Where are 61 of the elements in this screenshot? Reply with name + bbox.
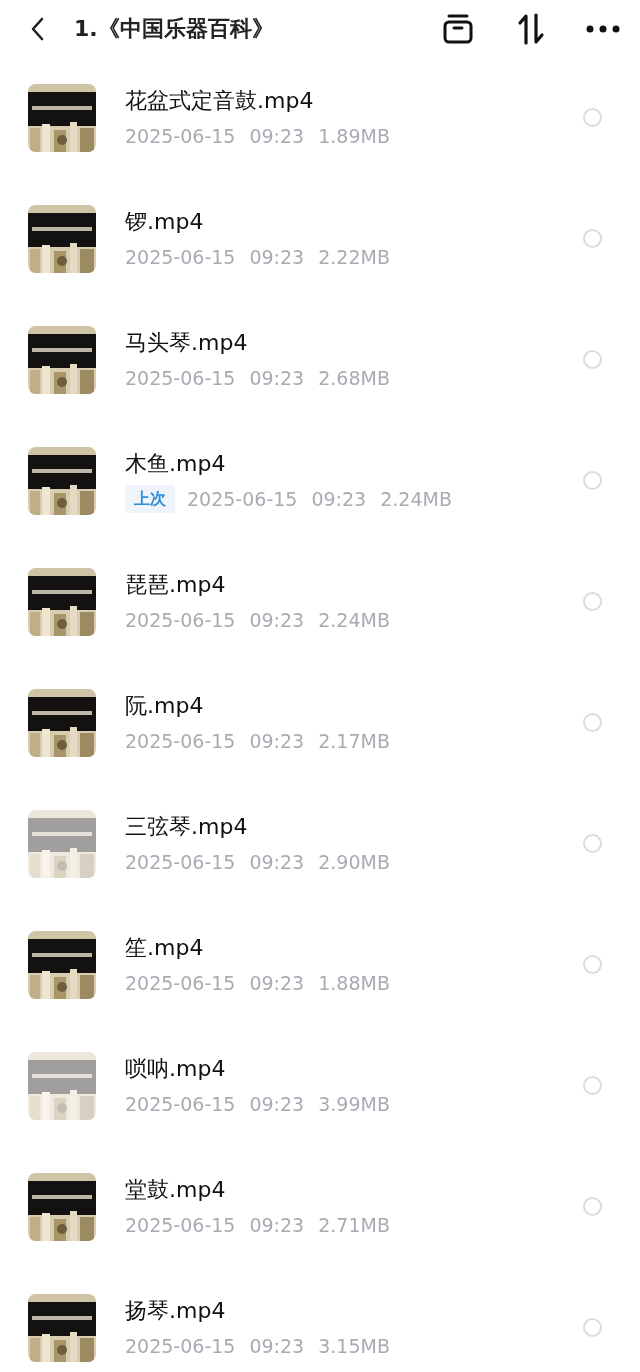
file-size: 2.68MB	[318, 365, 390, 391]
file-name[interactable]: 马头琴.mp4	[125, 327, 583, 358]
file-date: 2025-06-15	[125, 1091, 236, 1117]
file-name[interactable]: 三弦琴.mp4	[125, 811, 583, 842]
file-date: 2025-06-15	[125, 365, 236, 391]
file-time: 09:23	[249, 1333, 305, 1359]
select-radio[interactable]	[583, 471, 602, 490]
file-time: 09:23	[311, 486, 367, 512]
more-icon[interactable]	[586, 24, 620, 33]
file-size: 1.88MB	[318, 970, 390, 996]
file-name[interactable]: 木鱼.mp4	[125, 448, 583, 479]
file-name[interactable]: 花盆式定音鼓.mp4	[125, 85, 583, 116]
archive-icon[interactable]	[442, 12, 474, 45]
file-date: 2025-06-15	[125, 123, 236, 149]
last-played-tag: 上次	[125, 484, 175, 513]
file-name[interactable]: 阮.mp4	[125, 690, 583, 721]
file-size: 1.89MB	[318, 123, 390, 149]
file-date: 2025-06-15	[125, 1212, 236, 1238]
file-name[interactable]: 锣.mp4	[125, 206, 583, 237]
file-time: 09:23	[249, 365, 305, 391]
file-name[interactable]: 唢呐.mp4	[125, 1053, 583, 1084]
file-size: 3.99MB	[318, 1091, 390, 1117]
select-radio[interactable]	[583, 1197, 602, 1216]
file-date: 2025-06-15	[187, 486, 298, 512]
file-name[interactable]: 堂鼓.mp4	[125, 1174, 583, 1205]
file-date: 2025-06-15	[125, 244, 236, 270]
page-title: 1.《中国乐器百科》	[74, 15, 275, 43]
sort-icon[interactable]	[516, 12, 546, 45]
file-time: 09:23	[249, 1091, 305, 1117]
select-radio[interactable]	[583, 834, 602, 853]
file-time: 09:23	[249, 607, 305, 633]
file-size: 2.22MB	[318, 244, 390, 270]
file-size: 2.90MB	[318, 849, 390, 875]
select-radio[interactable]	[583, 1318, 602, 1337]
select-radio[interactable]	[583, 592, 602, 611]
select-radio[interactable]	[583, 955, 602, 974]
file-time: 09:23	[249, 244, 305, 270]
select-radio[interactable]	[583, 713, 602, 732]
file-size: 2.24MB	[318, 607, 390, 633]
file-time: 09:23	[249, 849, 305, 875]
file-time: 09:23	[249, 123, 305, 149]
file-name[interactable]: 扬琴.mp4	[125, 1295, 583, 1326]
file-date: 2025-06-15	[125, 849, 236, 875]
file-size: 2.71MB	[318, 1212, 390, 1238]
file-date: 2025-06-15	[125, 970, 236, 996]
file-date: 2025-06-15	[125, 1333, 236, 1359]
file-time: 09:23	[249, 970, 305, 996]
select-radio[interactable]	[583, 229, 602, 248]
back-icon[interactable]	[30, 16, 44, 41]
file-date: 2025-06-15	[125, 607, 236, 633]
file-size: 2.17MB	[318, 728, 390, 754]
file-name[interactable]: 笙.mp4	[125, 932, 583, 963]
file-name[interactable]: 琵琶.mp4	[125, 569, 583, 600]
select-radio[interactable]	[583, 350, 602, 369]
file-time: 09:23	[249, 1212, 305, 1238]
select-radio[interactable]	[583, 1076, 602, 1095]
file-size: 3.15MB	[318, 1333, 390, 1359]
file-size: 2.24MB	[380, 486, 452, 512]
file-date: 2025-06-15	[125, 728, 236, 754]
file-time: 09:23	[249, 728, 305, 754]
select-radio[interactable]	[583, 108, 602, 127]
